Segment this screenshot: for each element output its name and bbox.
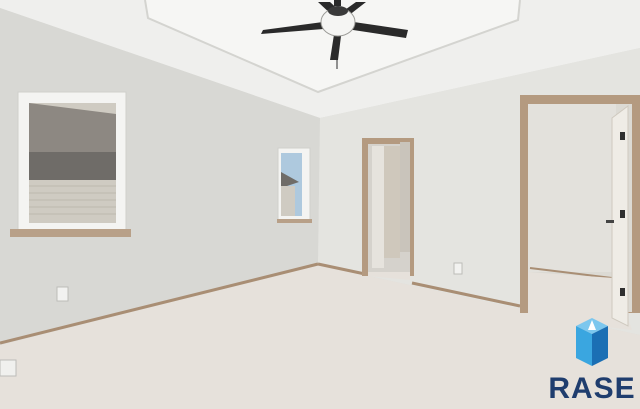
room-illustration — [0, 0, 640, 409]
left-window — [10, 91, 131, 237]
room-photo: RASE — [0, 0, 640, 409]
outlet-icon-2 — [453, 262, 463, 275]
watermark-text: RASE — [548, 372, 636, 405]
closet-doorway — [362, 138, 414, 280]
rase-watermark: RASE — [546, 316, 638, 406]
bedroom-doorway — [520, 95, 640, 330]
cube-logo-icon — [576, 318, 608, 366]
middle-window — [277, 147, 312, 223]
outlet-icon — [56, 286, 69, 302]
floor-vent-icon — [0, 359, 17, 377]
